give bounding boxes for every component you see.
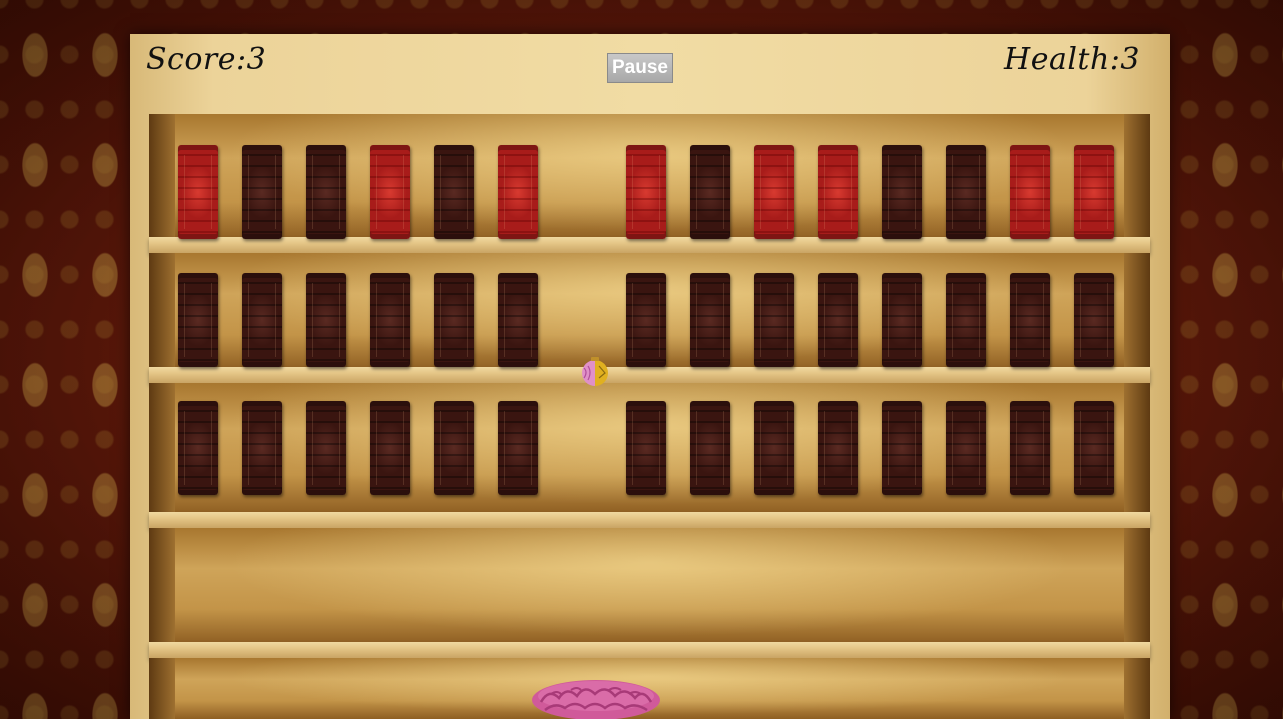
dark-book-brick bbox=[818, 401, 858, 495]
dark-book-brick bbox=[1010, 401, 1050, 495]
dark-book-brick bbox=[690, 145, 730, 239]
dark-book-brick bbox=[690, 273, 730, 367]
shelf-board bbox=[149, 367, 1150, 383]
dark-book-brick bbox=[434, 145, 474, 239]
dark-book-brick bbox=[882, 273, 922, 367]
dark-book-brick bbox=[306, 273, 346, 367]
dark-book-brick bbox=[946, 145, 986, 239]
dark-book-brick bbox=[178, 273, 218, 367]
dark-book-brick bbox=[946, 273, 986, 367]
dark-book-brick bbox=[242, 401, 282, 495]
red-book-brick bbox=[754, 145, 794, 239]
red-book-brick bbox=[498, 145, 538, 239]
dark-book-brick bbox=[242, 273, 282, 367]
shelf-board bbox=[149, 512, 1150, 528]
dark-book-brick bbox=[882, 401, 922, 495]
shelf-compartment bbox=[149, 528, 1150, 644]
dark-book-brick bbox=[306, 145, 346, 239]
dark-book-brick bbox=[1074, 401, 1114, 495]
health-display: Health:3 bbox=[1004, 42, 1140, 77]
dark-book-brick bbox=[498, 401, 538, 495]
red-book-brick bbox=[370, 145, 410, 239]
dark-book-brick bbox=[434, 401, 474, 495]
shelf-board bbox=[149, 642, 1150, 658]
red-book-brick bbox=[626, 145, 666, 239]
shelf-board bbox=[149, 237, 1150, 253]
red-book-brick bbox=[178, 145, 218, 239]
dark-book-brick bbox=[690, 401, 730, 495]
dark-book-brick bbox=[498, 273, 538, 367]
red-book-brick bbox=[1010, 145, 1050, 239]
dark-book-brick bbox=[882, 145, 922, 239]
dark-book-brick bbox=[1010, 273, 1050, 367]
dark-book-brick bbox=[242, 145, 282, 239]
red-book-brick bbox=[1074, 145, 1114, 239]
dark-book-brick bbox=[754, 401, 794, 495]
dark-book-brick bbox=[754, 273, 794, 367]
dark-book-brick bbox=[178, 401, 218, 495]
dark-book-brick bbox=[306, 401, 346, 495]
score-display: Score:3 bbox=[146, 42, 267, 77]
dark-book-brick bbox=[370, 401, 410, 495]
dark-book-brick bbox=[370, 273, 410, 367]
bookshelf-interior bbox=[149, 114, 1150, 719]
half-pink-half-yellow-ball-icon bbox=[582, 357, 608, 386]
dark-book-brick bbox=[818, 273, 858, 367]
dark-book-brick bbox=[1074, 273, 1114, 367]
pause-button[interactable]: Pause bbox=[607, 53, 673, 83]
game-board: Score:3 Pause Health:3 bbox=[130, 34, 1170, 719]
dark-book-brick bbox=[946, 401, 986, 495]
red-book-brick bbox=[818, 145, 858, 239]
dark-book-brick bbox=[626, 401, 666, 495]
dark-book-brick bbox=[626, 273, 666, 367]
dark-book-brick bbox=[434, 273, 474, 367]
pink-brain-icon bbox=[532, 680, 660, 719]
